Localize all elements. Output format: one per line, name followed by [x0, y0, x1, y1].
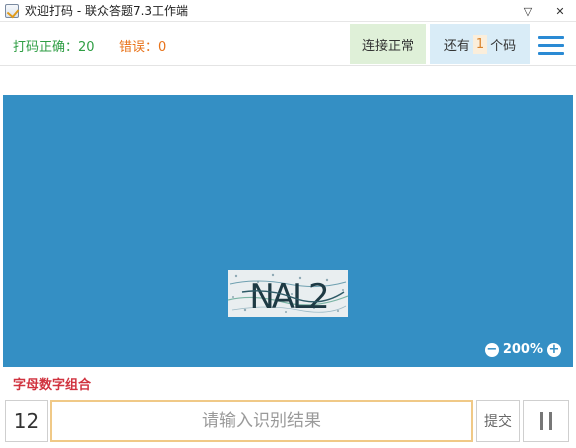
window-controls: ▽ ✕: [512, 0, 576, 22]
app-icon: [5, 3, 19, 18]
answer-row: 12 提交: [3, 398, 573, 444]
zoom-out-icon[interactable]: −: [484, 342, 499, 357]
captcha-panel: NAL2 − 200% +: [3, 95, 573, 367]
connection-status: 连接正常: [350, 24, 426, 64]
window-title: 欢迎打码 - 联众答题7.3工作端: [25, 4, 189, 18]
minimize-icon[interactable]: ▽: [512, 0, 544, 22]
zoom-level: 200%: [502, 342, 543, 357]
remaining-prefix: 还有: [443, 38, 470, 54]
remaining-count: 1: [472, 34, 488, 54]
pause-icon-bar-right: [549, 412, 552, 430]
error-count: 错误：0: [119, 40, 167, 55]
pause-icon-bar-left: [540, 412, 543, 430]
pause-button[interactable]: [523, 400, 569, 442]
zoom-control: − 200% +: [484, 342, 561, 357]
answer-input[interactable]: [50, 400, 473, 442]
remaining-suffix: 个码: [490, 38, 517, 54]
title-bar: 欢迎打码 - 联众答题7.3工作端 ▽ ✕: [0, 0, 576, 22]
captcha-image: NAL2: [228, 270, 348, 317]
countdown-timer: 12: [5, 400, 48, 442]
captcha-text: NAL2: [249, 277, 327, 317]
remaining-count-badge: 还有 1 个码: [430, 24, 530, 64]
menu-icon[interactable]: [538, 36, 564, 56]
correct-count: 打码正确：20: [13, 40, 95, 55]
captcha-type-hint: 字母数字组合: [13, 378, 92, 393]
close-icon[interactable]: ✕: [544, 0, 576, 22]
submit-button[interactable]: 提交: [476, 400, 520, 442]
zoom-in-icon[interactable]: +: [547, 342, 561, 357]
status-bar: 打码正确：20 错误：0 连接正常 还有 1 个码: [0, 22, 576, 66]
